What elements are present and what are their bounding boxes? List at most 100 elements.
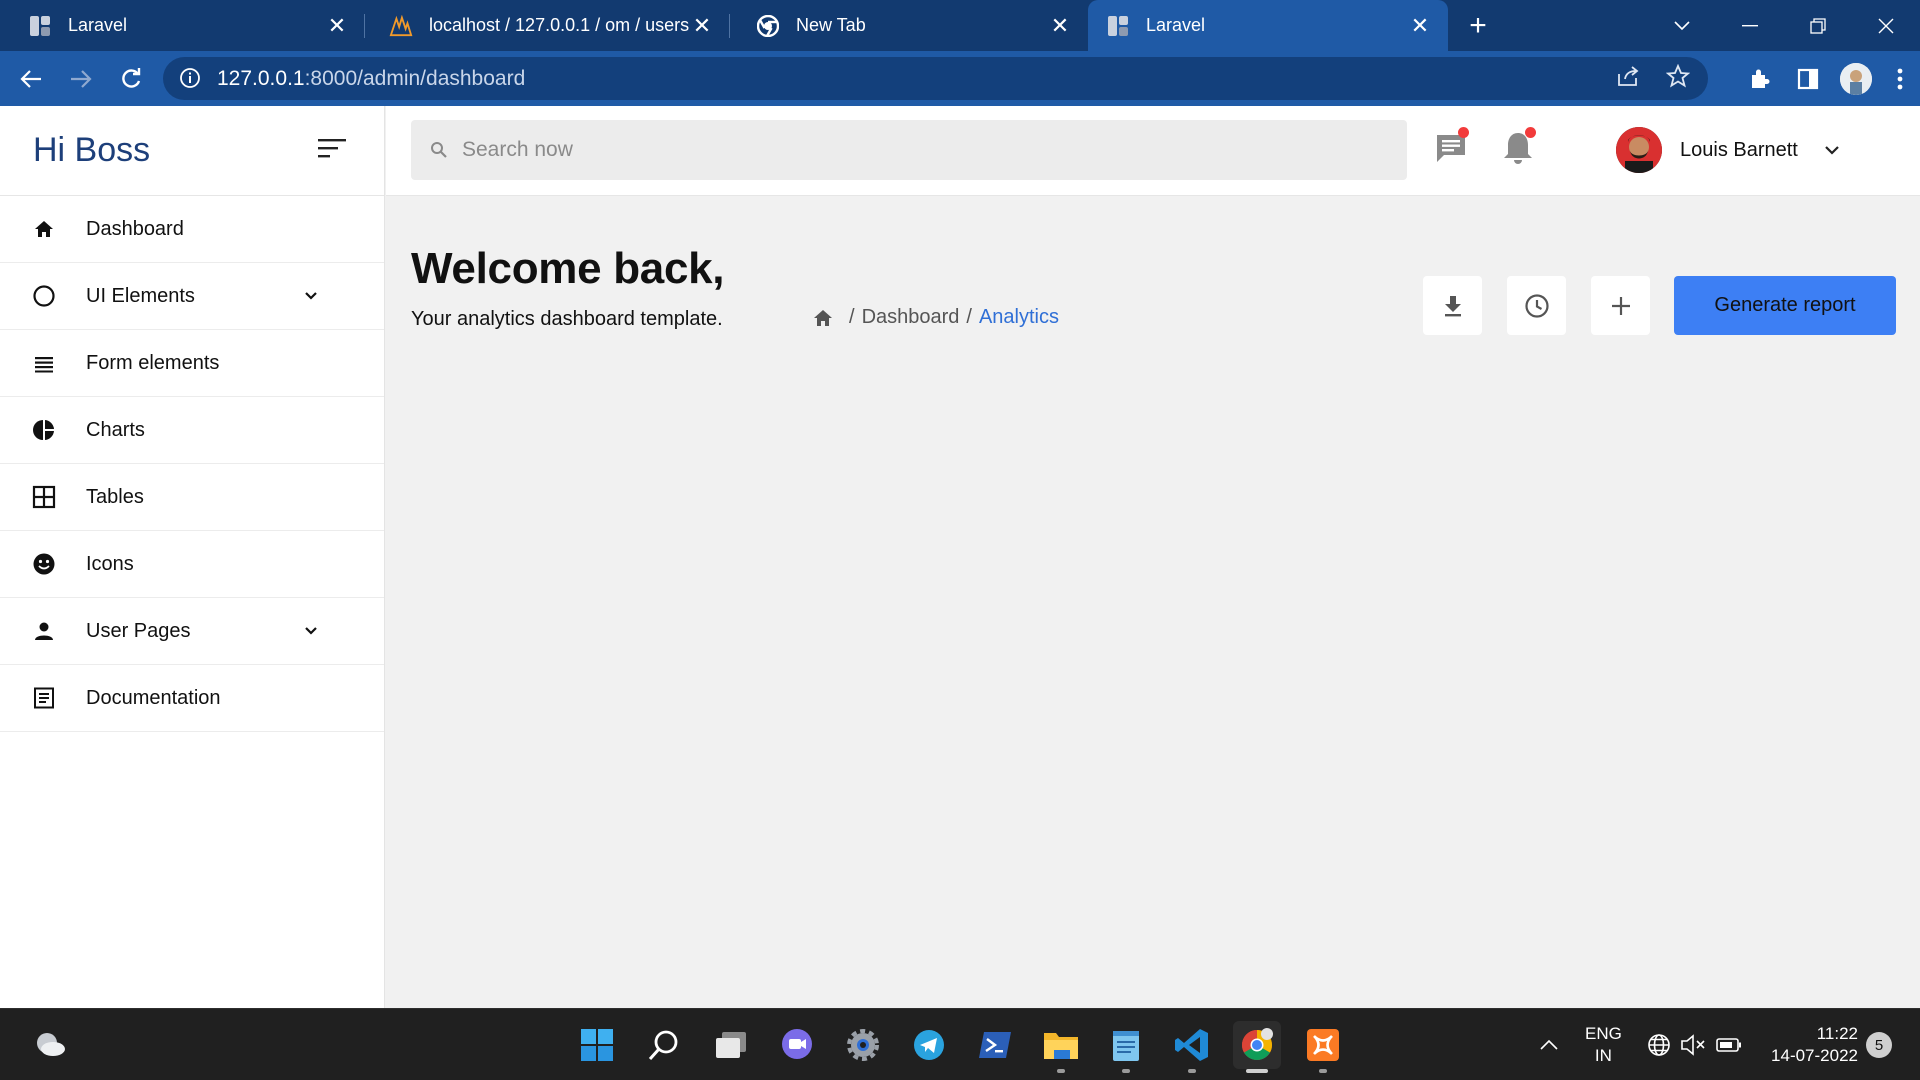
person-icon [31, 618, 57, 644]
sidebar-item-label: Dashboard [86, 217, 184, 240]
restore-icon[interactable] [1784, 4, 1852, 48]
sidebar-item-charts[interactable]: Charts [0, 397, 384, 464]
sidebar-item-documentation[interactable]: Documentation [0, 665, 384, 732]
tab-title: Laravel [68, 15, 128, 35]
app-topbar: Louis Barnett [386, 106, 1920, 196]
teams-chat-icon[interactable] [773, 1021, 821, 1069]
sidebar-item-form-elements[interactable]: Form elements [0, 330, 384, 397]
messages-button[interactable] [1431, 127, 1471, 168]
back-arrow-icon[interactable] [8, 56, 54, 102]
user-menu[interactable]: Louis Barnett [1616, 126, 1844, 174]
running-indicator [1319, 1069, 1327, 1073]
menu-toggle-icon[interactable] [318, 137, 348, 164]
forward-arrow-icon[interactable] [58, 56, 104, 102]
profile-avatar[interactable] [1832, 55, 1880, 103]
close-tab-icon[interactable]: ✕ [690, 13, 714, 38]
notification-count-badge[interactable]: 5 [1866, 1032, 1892, 1058]
main-content: Welcome back, Your analytics dashboard t… [386, 196, 1920, 1008]
browser-tab[interactable]: localhost / 127.0.0.1 / om / users ✕ [365, 0, 730, 51]
new-tab-button[interactable]: + [1448, 0, 1508, 51]
table-icon [31, 484, 57, 510]
browser-tab[interactable]: New Tab ✕ [730, 0, 1088, 51]
plus-icon [1611, 296, 1630, 315]
share-icon[interactable] [1616, 65, 1640, 93]
bookmark-star-icon[interactable] [1665, 63, 1691, 94]
weather-widget-icon[interactable] [25, 1021, 73, 1069]
url-host: 127.0.0.1 [217, 66, 305, 90]
history-button[interactable] [1507, 276, 1566, 335]
breadcrumb: / Dashboard / Analytics [812, 306, 1059, 329]
close-window-icon[interactable] [1852, 4, 1920, 48]
extensions-puzzle-icon[interactable] [1736, 55, 1784, 103]
close-tab-icon[interactable]: ✕ [325, 13, 349, 38]
chevron-down-icon[interactable] [1820, 138, 1844, 162]
language-region: IN [1594, 1046, 1612, 1065]
browser-tab-active[interactable]: Laravel ✕ [1088, 0, 1448, 51]
chrome-taskbar-icon[interactable] [1233, 1021, 1281, 1073]
document-icon [31, 685, 57, 711]
download-icon [1444, 295, 1461, 316]
chevron-down-icon[interactable] [300, 285, 322, 307]
sidebar-item-tables[interactable]: Tables [0, 464, 384, 531]
tab-search-chevron-icon[interactable] [1648, 4, 1716, 48]
clock-time: 11:22 [1816, 1024, 1858, 1043]
add-button[interactable] [1591, 276, 1650, 335]
sidebar-item-user-pages[interactable]: User Pages [0, 598, 384, 665]
input-language[interactable]: ENG IN [1585, 1023, 1622, 1067]
sidebar-item-label: Tables [86, 485, 144, 508]
show-hidden-icons-chevron-icon[interactable] [1526, 1021, 1572, 1069]
sidebar-item-label: Form elements [86, 351, 220, 374]
pie-chart-icon [31, 417, 57, 443]
brand-title: Hi Boss [33, 131, 151, 169]
sidebar-item-dashboard[interactable]: Dashboard [0, 196, 384, 263]
windows-start-icon[interactable] [573, 1021, 621, 1069]
page-subtitle: Your analytics dashboard template. [411, 308, 723, 330]
sidebar-item-label: User Pages [86, 619, 191, 642]
window-controls [1648, 0, 1920, 51]
url-path: :8000/admin/dashboard [304, 66, 526, 90]
message-alert-dot [1458, 127, 1469, 138]
notifications-button[interactable] [1498, 127, 1538, 168]
generate-report-button[interactable]: Generate report [1674, 276, 1896, 335]
xampp-icon[interactable] [1299, 1021, 1347, 1073]
clock-icon [1524, 293, 1549, 318]
system-clock[interactable]: 11:22 14-07-2022 [1762, 1023, 1858, 1067]
close-tab-icon[interactable]: ✕ [1408, 13, 1432, 38]
close-tab-icon[interactable]: ✕ [1048, 13, 1072, 38]
site-info-icon[interactable] [179, 67, 203, 91]
telegram-icon[interactable] [905, 1021, 953, 1069]
settings-gear-icon[interactable] [839, 1021, 887, 1069]
task-view-icon[interactable] [707, 1021, 755, 1069]
reload-icon[interactable] [108, 56, 154, 102]
sidebar-item-label: Icons [86, 552, 134, 575]
download-button[interactable] [1423, 276, 1482, 335]
sidebar: Hi Boss Dashboard UI Elements Form eleme… [0, 106, 385, 1008]
list-icon [31, 350, 57, 376]
notepad-icon[interactable] [1102, 1021, 1150, 1073]
search-input[interactable] [462, 138, 1362, 162]
breadcrumb-item-analytics[interactable]: Analytics [979, 306, 1059, 329]
search-taskbar-icon[interactable] [640, 1021, 688, 1069]
vscode-icon[interactable] [1168, 1021, 1216, 1073]
smiley-icon [31, 551, 57, 577]
battery-icon[interactable] [1706, 1021, 1752, 1069]
running-indicator [1057, 1069, 1065, 1073]
minimize-icon[interactable] [1716, 4, 1784, 48]
breadcrumb-separator: / [966, 306, 972, 328]
search-icon [430, 141, 448, 159]
powershell-icon[interactable] [971, 1021, 1019, 1069]
browser-menu-icon[interactable] [1880, 55, 1920, 103]
browser-tab[interactable]: Laravel ✕ [0, 0, 365, 51]
side-panel-icon[interactable] [1784, 55, 1832, 103]
running-indicator [1122, 1069, 1130, 1073]
home-icon[interactable] [812, 307, 834, 329]
running-indicator [1246, 1069, 1268, 1073]
breadcrumb-item-dashboard[interactable]: Dashboard [862, 306, 960, 329]
sidebar-item-icons[interactable]: Icons [0, 531, 384, 598]
user-name: Louis Barnett [1680, 138, 1798, 161]
file-explorer-icon[interactable] [1037, 1021, 1085, 1073]
address-bar[interactable]: 127.0.0.1:8000/admin/dashboard [163, 57, 1708, 100]
search-box[interactable] [411, 120, 1407, 180]
chevron-down-icon[interactable] [300, 620, 322, 642]
sidebar-item-ui-elements[interactable]: UI Elements [0, 263, 384, 330]
